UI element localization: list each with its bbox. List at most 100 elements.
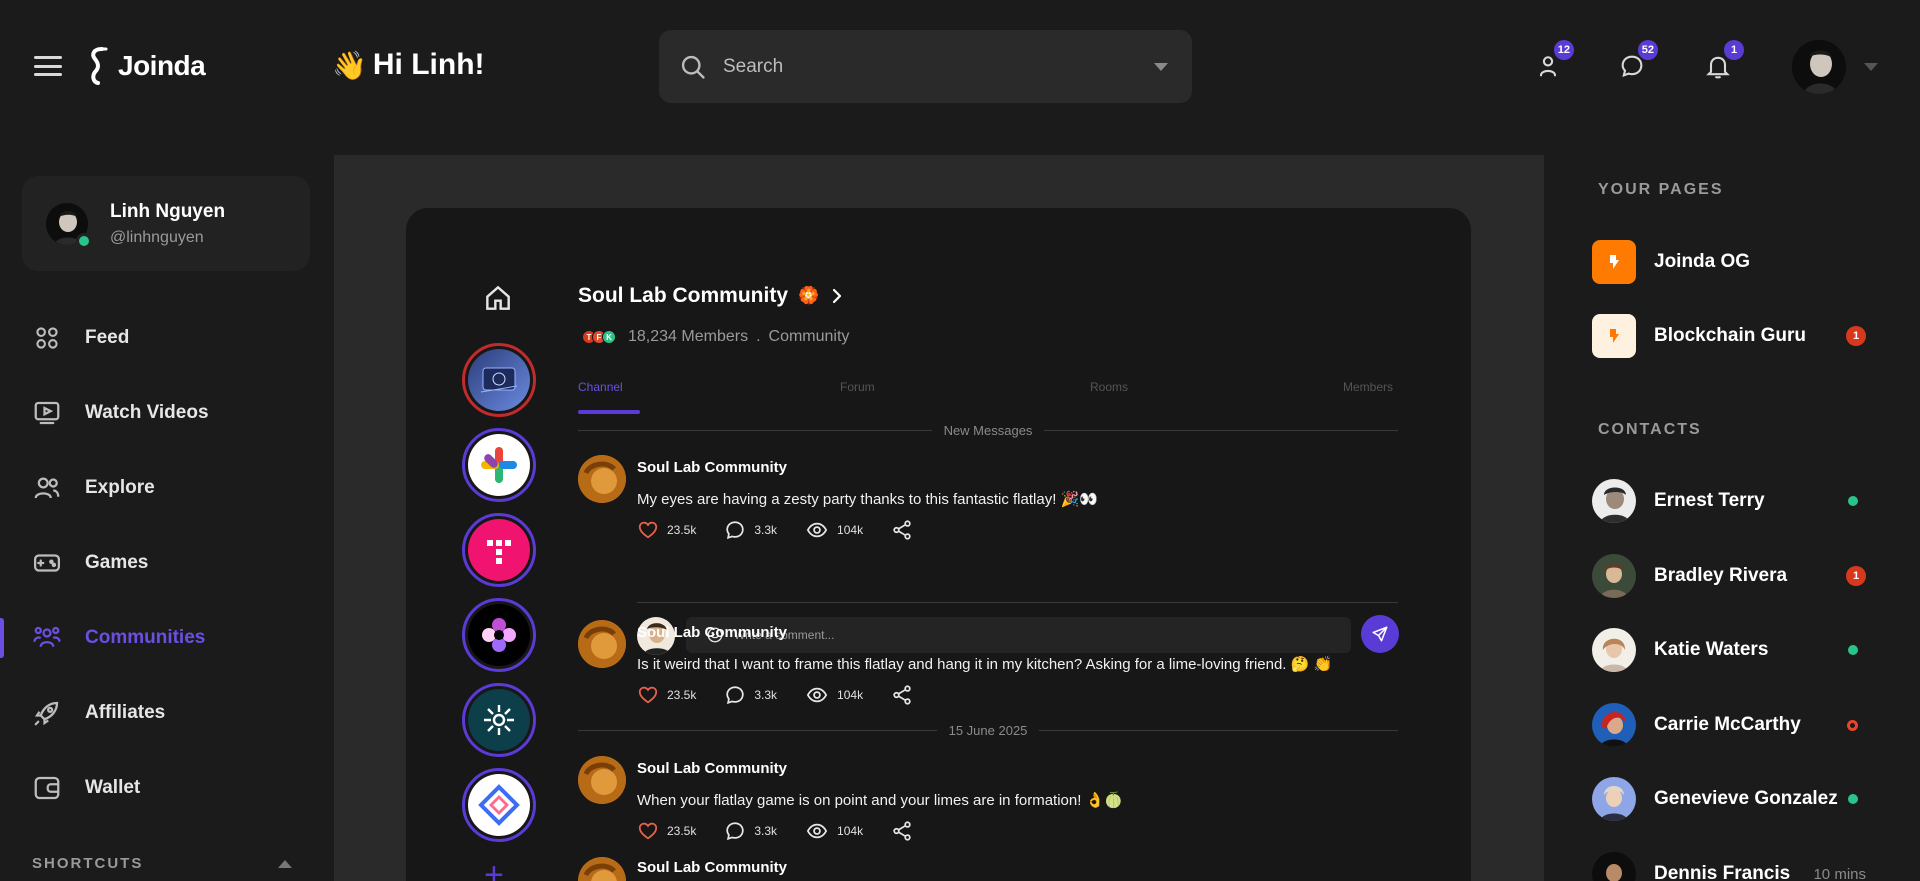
account-dropdown-icon[interactable]: [1864, 63, 1878, 71]
page-item-blockchain-guru[interactable]: Blockchain Guru 1: [1592, 314, 1892, 358]
contact-dennis-francis[interactable]: Dennis Francis 10 mins: [1592, 852, 1892, 881]
online-status-dot: [1848, 794, 1858, 804]
network-logo-icon: [484, 705, 514, 735]
view-count: 104k: [837, 824, 864, 838]
home-icon[interactable]: [482, 282, 514, 314]
contact-name: Ernest Terry: [1654, 490, 1765, 511]
comment-divider: [637, 602, 1398, 603]
message-author[interactable]: Soul Lab Community: [637, 859, 787, 876]
lion-avatar-icon: [578, 857, 626, 881]
heart-icon: [638, 686, 658, 704]
lion-avatar-icon: [578, 756, 626, 804]
contact-bradley-rivera[interactable]: Bradley Rivera 1: [1592, 554, 1892, 598]
profile-name: Linh Nguyen: [110, 200, 226, 222]
contact-genevieve-gonzalez[interactable]: Genevieve Gonzalez: [1592, 777, 1892, 821]
community-title: Soul Lab Community: [578, 284, 788, 307]
contact-avatar: [1592, 554, 1636, 598]
sidebar-item-affiliates[interactable]: Affiliates: [0, 675, 330, 750]
views-indicator: 104k: [805, 820, 863, 842]
community-title-link[interactable]: Soul Lab Community 🏵️: [578, 284, 845, 308]
message-text: Is it weird that I want to frame this fl…: [637, 656, 1333, 673]
author-avatar[interactable]: [578, 620, 626, 668]
like-button[interactable]: 23.5k: [637, 684, 696, 706]
search-input[interactable]: [723, 55, 1123, 78]
page-logo: [1592, 240, 1636, 284]
message-author[interactable]: Soul Lab Community: [637, 459, 787, 476]
views-indicator: 104k: [805, 684, 863, 706]
like-button[interactable]: 23.5k: [637, 820, 696, 842]
message-text: When your flatlay game is on point and y…: [637, 792, 1123, 809]
user-avatar[interactable]: [1792, 40, 1846, 94]
share-button[interactable]: [891, 519, 921, 541]
community-avatar-3[interactable]: [462, 513, 536, 587]
menu-icon[interactable]: [34, 56, 62, 76]
community-rail: +: [458, 208, 538, 881]
heart-icon: [638, 521, 658, 539]
contact-katie-waters[interactable]: Katie Waters: [1592, 628, 1892, 672]
author-avatar[interactable]: [578, 857, 626, 881]
comment-count: 3.3k: [754, 688, 778, 702]
page-item-joinda-og[interactable]: Joinda OG: [1592, 240, 1892, 284]
contact-message-badge: 1: [1846, 566, 1866, 586]
comment-button[interactable]: 3.3k: [724, 820, 777, 842]
messages-button[interactable]: 52: [1618, 40, 1658, 80]
author-avatar[interactable]: [578, 756, 626, 804]
tab-channel[interactable]: Channel: [578, 380, 623, 394]
sidebar-item-games[interactable]: Games: [0, 525, 330, 600]
add-community-icon[interactable]: +: [484, 858, 504, 881]
community-panel: + Soul Lab Community 🏵️ T F K 18,234 Mem…: [406, 208, 1471, 881]
contact-name: Bradley Rivera: [1654, 565, 1788, 586]
share-button[interactable]: [891, 820, 921, 842]
page-notification-badge: 1: [1846, 326, 1866, 346]
top-bar: Joinda 👋 Hi Linh! 12 52 1: [0, 0, 1920, 135]
community-avatar-6[interactable]: [462, 768, 536, 842]
heart-icon: [638, 822, 658, 840]
communities-icon: [32, 623, 62, 653]
sidebar-item-label: Watch Videos: [85, 401, 209, 423]
avatar-portrait-icon: [1592, 703, 1636, 747]
message-actions: 23.5k 3.3k 104k: [637, 820, 949, 842]
notifications-button[interactable]: 1: [1704, 40, 1744, 80]
tab-rooms[interactable]: Rooms: [1090, 380, 1128, 394]
author-avatar[interactable]: [578, 455, 626, 503]
comment-button[interactable]: 3.3k: [724, 684, 777, 706]
comment-icon: [726, 822, 745, 841]
colorful-cross-logo-icon: [481, 447, 517, 483]
send-icon: [1372, 626, 1388, 642]
search-bar[interactable]: [659, 30, 1192, 103]
like-button[interactable]: 23.5k: [637, 519, 696, 541]
sidebar-item-label: Feed: [85, 326, 130, 348]
comment-button[interactable]: 3.3k: [724, 519, 777, 541]
comment-count: 3.3k: [754, 523, 778, 537]
tab-members[interactable]: Members: [1343, 380, 1393, 394]
message-author[interactable]: Soul Lab Community: [637, 624, 787, 641]
community-avatar-4[interactable]: [462, 598, 536, 672]
search-dropdown-icon[interactable]: [1154, 63, 1168, 71]
contact-carrie-mccarthy[interactable]: Carrie McCarthy: [1592, 703, 1892, 747]
app-logo[interactable]: Joinda: [84, 46, 206, 86]
sidebar-item-label: Explore: [85, 476, 155, 498]
sidebar-item-watch-videos[interactable]: Watch Videos: [0, 375, 330, 450]
community-avatar-5[interactable]: [462, 683, 536, 757]
sidebar-item-feed[interactable]: Feed: [0, 300, 330, 375]
contact-avatar: [1592, 479, 1636, 523]
diamond-logo-icon: [478, 784, 520, 826]
comment-input[interactable]: [734, 628, 1294, 642]
profile-card[interactable]: Linh Nguyen @linhnguyen: [22, 176, 310, 271]
sidebar-item-explore[interactable]: Explore: [0, 450, 330, 525]
community-tabs: Channel Forum Rooms Members: [578, 380, 1398, 416]
sidebar-item-wallet[interactable]: Wallet: [0, 750, 330, 825]
tab-forum[interactable]: Forum: [840, 380, 875, 394]
message-author[interactable]: Soul Lab Community: [637, 760, 787, 777]
collapse-shortcuts-icon[interactable]: [278, 860, 292, 868]
sidebar-item-communities[interactable]: Communities: [0, 600, 330, 675]
share-button[interactable]: [891, 684, 921, 706]
member-count: 18,234 Members: [628, 328, 749, 345]
member-avatar: K: [602, 330, 616, 344]
contact-ernest-terry[interactable]: Ernest Terry: [1592, 479, 1892, 523]
contacts-heading: CONTACTS: [1598, 421, 1702, 438]
community-avatar-1[interactable]: [462, 343, 536, 417]
send-comment-button[interactable]: [1361, 615, 1399, 653]
community-avatar-2[interactable]: [462, 428, 536, 502]
friend-requests-button[interactable]: 12: [1534, 40, 1574, 80]
